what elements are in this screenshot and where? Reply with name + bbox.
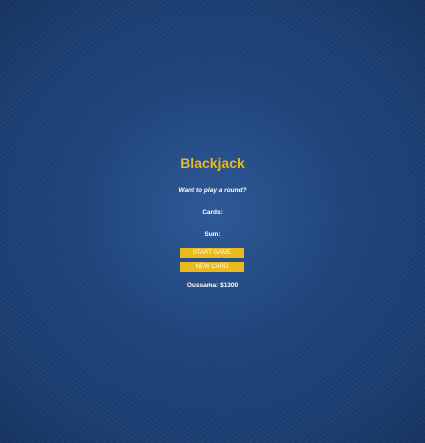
cards-label: Cards:: [202, 209, 223, 216]
sum-display: Sum:: [0, 230, 425, 240]
start-game-button[interactable]: START GAME: [180, 248, 244, 258]
blackjack-game: Blackjack Want to play a round? Cards: S…: [0, 0, 425, 443]
new-card-button[interactable]: NEW CARD: [180, 262, 244, 272]
sum-label: Sum:: [204, 231, 221, 238]
game-title: Blackjack: [180, 155, 245, 171]
cards-display: Cards:: [0, 208, 425, 218]
player-info: Oussama: $1300: [186, 282, 239, 289]
message-text: Want to play a round?: [178, 187, 247, 194]
